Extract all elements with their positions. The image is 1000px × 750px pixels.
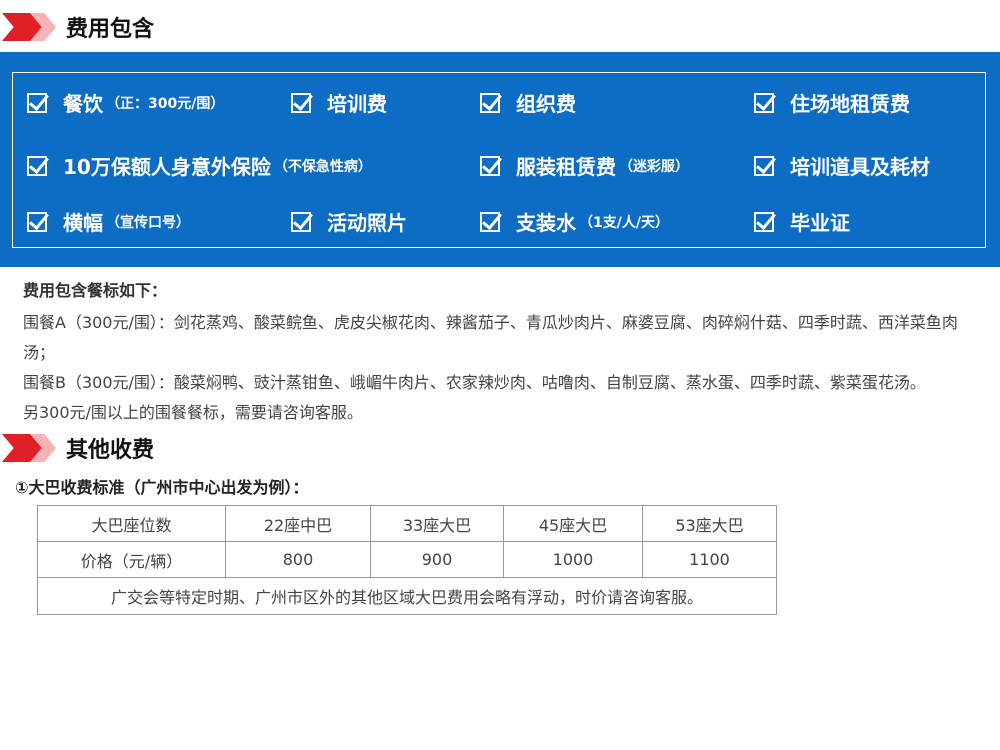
checkbox-icon (480, 155, 500, 176)
table-cell: 900 (370, 541, 504, 578)
included-item-label: 横幅 (63, 211, 103, 235)
table-cell: 1000 (503, 541, 643, 578)
included-item-uniform: 服装租赁费 （迷彩服） (480, 151, 689, 180)
included-item-label: 服装租赁费 (516, 155, 616, 179)
included-item-note: （宣传口号） (106, 214, 190, 231)
included-item-label: 活动照片 (327, 211, 407, 235)
checkbox-icon (754, 211, 774, 232)
table-row: 价格（元/辆） 800 900 1000 1100 (37, 541, 777, 578)
table-note: 广交会等特定时期、广州市区外的其他区域大巴费用会略有浮动，时价请咨询客服。 (37, 577, 777, 615)
included-item-props: 培训道具及耗材 (754, 151, 930, 180)
meal-standards: 费用包含餐标如下： 围餐A（300元/围）：剑花蒸鸡、酸菜鲩鱼、虎皮尖椒花肉、辣… (23, 276, 978, 428)
table-row: 大巴座位数 22座中巴 33座大巴 45座大巴 53座大巴 (37, 505, 777, 542)
table-cell: 大巴座位数 (37, 505, 226, 542)
checkbox-icon (754, 92, 774, 113)
table-row: 广交会等特定时期、广州市区外的其他区域大巴费用会略有浮动，时价请咨询客服。 (37, 577, 777, 615)
included-item-label: 支装水 (516, 211, 576, 235)
bus-fee-heading: ①大巴收费标准（广州市中心出发为例）： (15, 478, 309, 497)
table-cell: 800 (225, 541, 371, 578)
chevron-arrows-icon (0, 13, 58, 41)
included-item-label: 毕业证 (790, 211, 850, 235)
checkbox-icon (480, 92, 500, 113)
included-item-label: 10万保额人身意外保险 (63, 155, 271, 179)
included-item-label: 餐饮 (63, 92, 103, 116)
checkbox-icon (480, 211, 500, 232)
checkbox-icon (27, 92, 47, 113)
checkbox-icon (27, 211, 47, 232)
table-cell: 价格（元/辆） (37, 541, 226, 578)
included-item-label: 培训费 (327, 92, 387, 116)
included-item-training: 培训费 (291, 88, 387, 117)
table-cell: 33座大巴 (370, 505, 504, 542)
meal-set-b: 围餐B（300元/围）：酸菜焖鸭、豉汁蒸钳鱼、峨嵋牛肉片、农家辣炒肉、咕噜肉、自… (23, 373, 926, 392)
included-item-note: （迷彩服） (619, 158, 689, 175)
checkbox-icon (291, 211, 311, 232)
included-item-organization: 组织费 (480, 88, 576, 117)
table-cell: 53座大巴 (642, 505, 777, 542)
table-cell: 22座中巴 (225, 505, 371, 542)
included-item-label: 培训道具及耗材 (790, 155, 930, 179)
section-title: 费用包含 (66, 17, 155, 42)
included-item-catering: 餐饮 （正：300元/围） (27, 88, 224, 117)
bus-fee-table: 大巴座位数 22座中巴 33座大巴 45座大巴 53座大巴 价格（元/辆） 80… (37, 505, 777, 615)
included-item-label: 住场地租赁费 (790, 92, 910, 116)
table-cell: 45座大巴 (503, 505, 643, 542)
meal-note: 另300元/围以上的围餐餐标，需要请咨询客服。 (23, 403, 363, 422)
chevron-arrows-icon (0, 434, 58, 462)
included-item-note: （不保急性病） (273, 158, 372, 175)
included-item-certificate: 毕业证 (754, 207, 850, 236)
included-item-venue: 住场地租赁费 (754, 88, 910, 117)
included-item-insurance: 10万保额人身意外保险 （不保急性病） (27, 151, 372, 180)
checkbox-icon (291, 92, 311, 113)
included-item-water: 支装水 （1支/人/天） (480, 207, 669, 236)
meal-set-a: 围餐A（300元/围）：剑花蒸鸡、酸菜鲩鱼、虎皮尖椒花肉、辣酱茄子、青瓜炒肉片、… (23, 313, 958, 362)
meal-heading: 费用包含餐标如下： (23, 281, 168, 300)
checkbox-icon (27, 155, 47, 176)
included-item-note: （1支/人/天） (579, 214, 669, 231)
included-item-photos: 活动照片 (291, 207, 407, 236)
section-title: 其他收费 (66, 438, 155, 463)
included-item-banner: 横幅 （宣传口号） (27, 207, 190, 236)
included-item-label: 组织费 (516, 92, 576, 116)
included-item-note: （正：300元/围） (106, 95, 225, 112)
table-cell: 1100 (642, 541, 777, 578)
section-header-other-fees: 其他收费 (0, 428, 154, 468)
section-header-included: 费用包含 (0, 7, 154, 47)
checkbox-icon (754, 155, 774, 176)
